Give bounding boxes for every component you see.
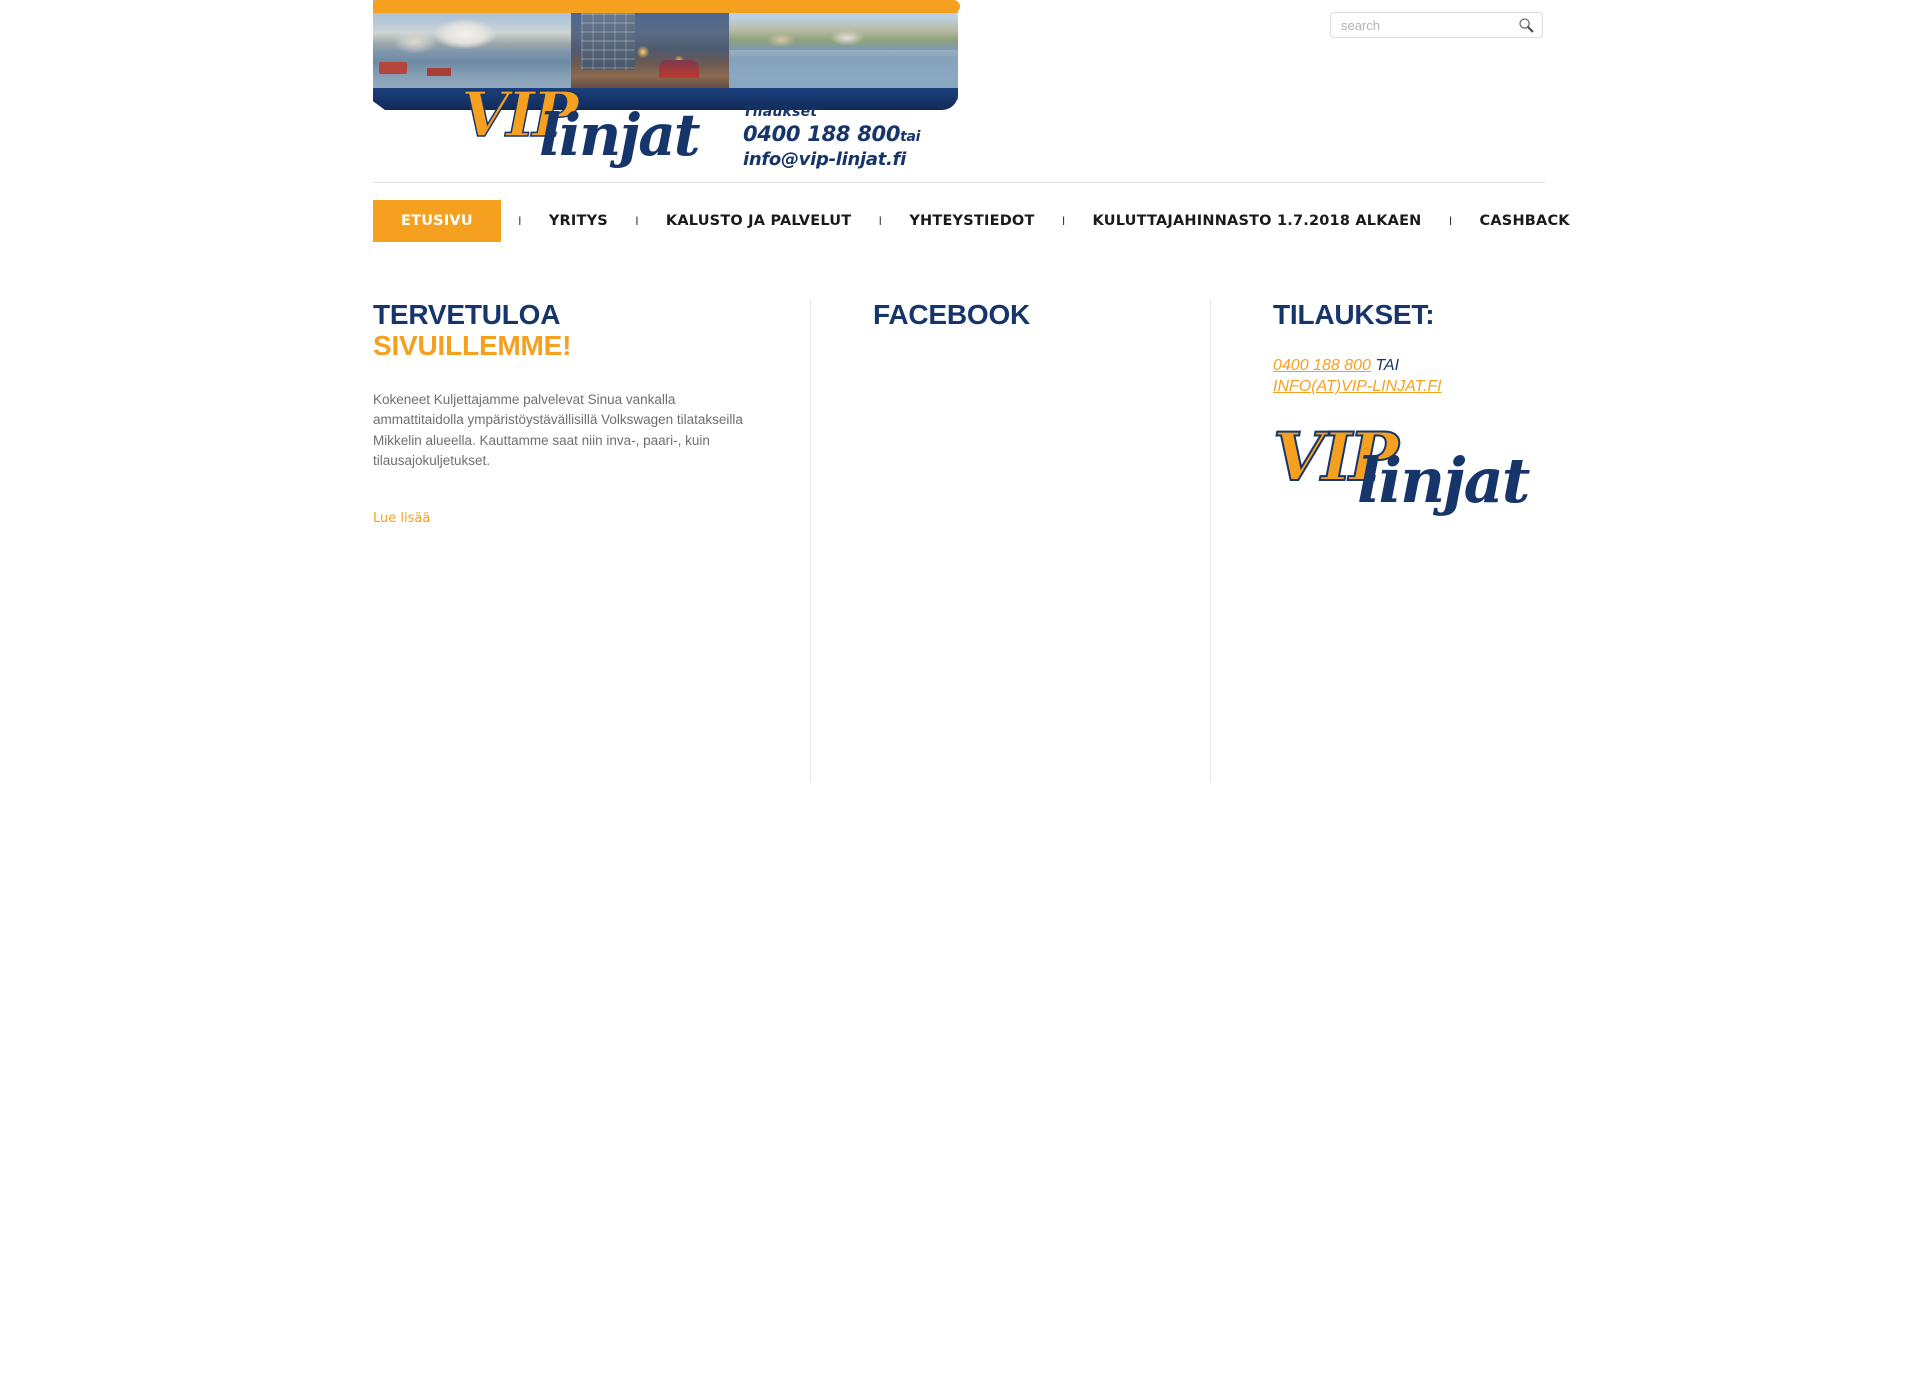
banner-contact-email: info@vip-linjat.fi (743, 149, 906, 170)
welcome-title-line2: SIVUILLEMME! (373, 329, 572, 361)
orders-email-link[interactable]: INFO(AT)VIP-LINJAT.FI (1273, 378, 1442, 395)
nav-separator: I (635, 214, 639, 228)
orders-phone-link[interactable]: 0400 188 800 (1273, 357, 1371, 374)
banner-photo-waterfront (729, 0, 958, 100)
orders-conjunction: TAI (1370, 356, 1400, 374)
nav-item-etusivu[interactable]: ETUSIVU (373, 200, 501, 242)
welcome-title-line1: TERVETULOA (373, 299, 561, 330)
nav-item-yritys[interactable]: YRITYS (539, 200, 618, 242)
column-facebook: FACEBOOK (810, 299, 1210, 782)
search-input[interactable] (1330, 12, 1543, 38)
header-divider (373, 182, 1545, 183)
banner-contact-block: Tilaukset 0400 188 800tai info@vip-linja… (743, 104, 920, 170)
nav-item-cashback[interactable]: CASHBACK (1470, 200, 1580, 242)
banner-orange-arrow-tip (930, 0, 960, 13)
banner-contact-phone: 0400 188 800tai (743, 122, 920, 146)
nav-separator: I (518, 214, 522, 228)
column-welcome: TERVETULOA SIVUILLEMME! Kokeneet Kuljett… (373, 299, 810, 782)
banner-phone-suffix: tai (900, 129, 921, 145)
site-logo[interactable]: VIP linjat (460, 83, 721, 164)
page-root: VIP linjat Tilaukset 0400 188 800tai inf… (0, 0, 1920, 1400)
orders-title: TILAUKSET: (1273, 299, 1435, 330)
content-columns: TERVETULOA SIVUILLEMME! Kokeneet Kuljett… (373, 299, 1545, 782)
orders-phone-line: 0400 188 800 TAI (1273, 355, 1545, 377)
read-more-link[interactable]: Lue lisää (373, 511, 430, 526)
column-orders: TILAUKSET: 0400 188 800 TAI INFO(AT)VIP-… (1210, 299, 1545, 782)
search-box (1330, 12, 1543, 38)
orders-logo-linjat-text: linjat (1357, 443, 1530, 517)
nav-item-kuluttajahinnasto[interactable]: KULUTTAJAHINNASTO 1.7.2018 ALKAEN (1083, 200, 1432, 242)
nav-item-kalusto-ja-palvelut[interactable]: KALUSTO JA PALVELUT (656, 200, 861, 242)
header-banner: VIP linjat Tilaukset 0400 188 800tai inf… (373, 0, 960, 170)
nav-separator: I (878, 214, 882, 228)
orders-logo: VIP linjat (1272, 423, 1530, 516)
banner-contact-label: Tilaukset (743, 104, 818, 120)
site-header: VIP linjat Tilaukset 0400 188 800tai inf… (0, 0, 1920, 183)
main-navigation: ETUSIVU I YRITYS I KALUSTO JA PALVELUT I… (373, 200, 1580, 242)
welcome-body-text: Kokeneet Kuljettajamme palvelevat Sinua … (373, 391, 743, 469)
nav-item-yhteystiedot[interactable]: YHTEYSTIEDOT (899, 200, 1044, 242)
orders-email-line: INFO(AT)VIP-LINJAT.FI (1273, 376, 1545, 398)
facebook-title: FACEBOOK (873, 299, 1031, 330)
search-icon[interactable] (1518, 17, 1534, 33)
banner-phone-number: 0400 188 800 (743, 122, 901, 146)
nav-separator: I (1448, 214, 1453, 228)
logo-linjat-text: linjat (539, 101, 701, 169)
welcome-title: TERVETULOA SIVUILLEMME! (373, 299, 750, 362)
banner-orange-stripe (373, 0, 960, 13)
nav-separator: I (1061, 214, 1066, 228)
orders-contact-block: 0400 188 800 TAI INFO(AT)VIP-LINJAT.FI (1273, 355, 1545, 398)
